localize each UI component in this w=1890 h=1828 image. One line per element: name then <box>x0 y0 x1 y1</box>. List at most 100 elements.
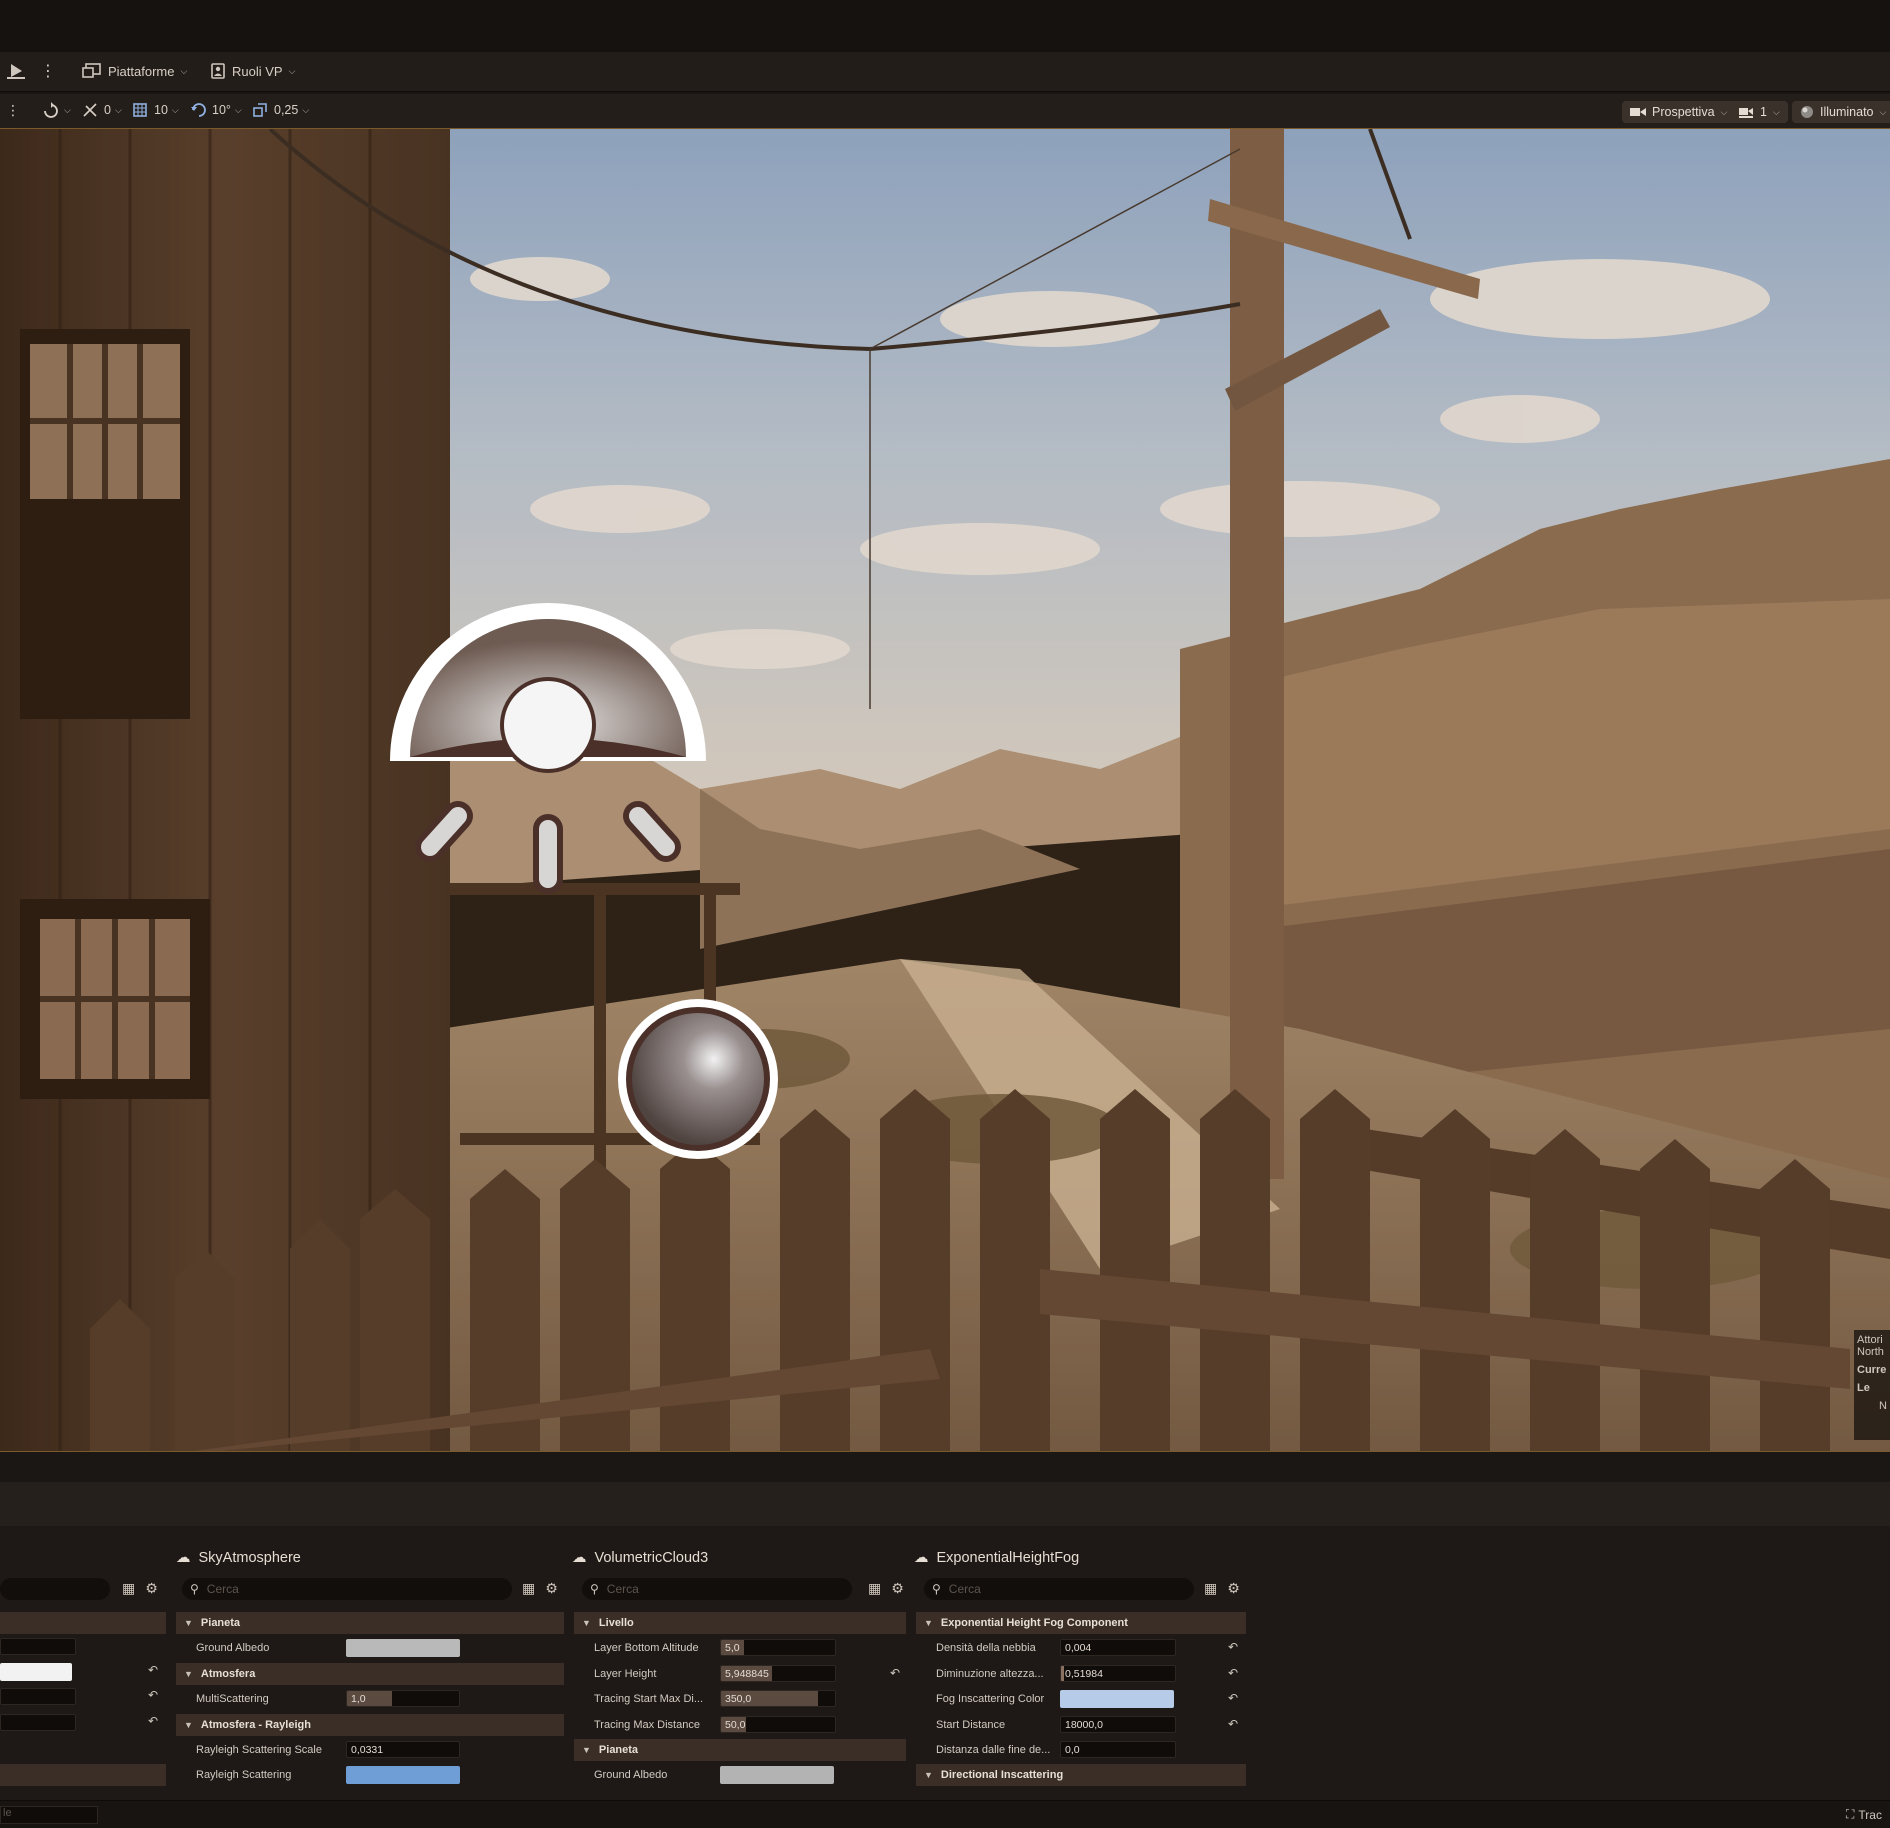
tracing-max-field[interactable]: 50,0 <box>720 1716 836 1733</box>
property-row: Rayleigh Scattering Scale 0,0331 <box>176 1739 564 1761</box>
table-icon[interactable]: ▦ <box>1204 1580 1217 1597</box>
perspective-button[interactable]: Prospettiva ⌵ <box>1622 101 1736 123</box>
property-label: Tracing Max Distance <box>594 1719 700 1731</box>
table-icon[interactable]: ▦ <box>122 1580 135 1597</box>
ground-albedo-swatch[interactable] <box>346 1639 460 1657</box>
section-label: Livello <box>598 1617 634 1629</box>
reset-icon[interactable]: ↶ <box>148 1688 158 1702</box>
viewport-menu-button[interactable]: ⋮ <box>6 102 20 119</box>
value-field[interactable] <box>0 1638 76 1655</box>
angle-snap-button[interactable]: 10° ⌵ <box>190 102 242 118</box>
section-header[interactable] <box>0 1764 166 1786</box>
section-level[interactable]: ▼ Livello <box>574 1612 906 1634</box>
gear-icon[interactable]: ⚙ <box>1227 1580 1240 1597</box>
layer-height-field[interactable]: 5,948845 <box>720 1665 836 1682</box>
platforms-button[interactable]: Piattaforme ⌵ <box>82 63 187 79</box>
fog-falloff-field[interactable]: 0,51984 <box>1060 1665 1176 1682</box>
play-options-button[interactable]: ⋮ <box>40 61 56 81</box>
section-fog-component[interactable]: ▼ Exponential Height Fog Component <box>916 1612 1246 1634</box>
title-bar <box>0 0 1890 52</box>
field-value: 5,948845 <box>725 1667 769 1680</box>
chevron-down-icon: ⌵ <box>1772 106 1780 117</box>
reset-icon[interactable]: ↶ <box>148 1714 158 1728</box>
chevron-down-icon: ⌵ <box>180 65 188 76</box>
table-icon[interactable]: ▦ <box>868 1580 881 1597</box>
surface-snap-button[interactable]: 0 ⌵ <box>82 102 122 118</box>
vp-roles-icon <box>211 63 225 79</box>
property-row: Start Distance 18000,0 ↶ <box>916 1714 1246 1736</box>
search-input[interactable]: ⚲ Cerca <box>182 1578 512 1600</box>
property-label: Ground Albedo <box>594 1769 668 1781</box>
camera-speed-value: 1 <box>1760 105 1767 119</box>
layer-bottom-field[interactable]: 5,0 <box>720 1639 836 1656</box>
grid-snap-button[interactable]: 10 ⌵ <box>132 102 179 118</box>
section-rayleigh[interactable]: ▼ Atmosfera - Rayleigh <box>176 1714 564 1736</box>
section-atmosphere[interactable]: ▼ Atmosfera <box>176 1663 564 1685</box>
search-input[interactable]: ⚲ Cerca <box>582 1578 852 1600</box>
reset-icon[interactable]: ↶ <box>1228 1717 1238 1731</box>
reset-icon[interactable]: ↶ <box>1228 1640 1238 1654</box>
gear-icon[interactable]: ⚙ <box>545 1580 558 1597</box>
fog-cutoff-field[interactable]: 0,0 <box>1060 1741 1176 1758</box>
chevron-down-icon: ⌵ <box>234 104 242 115</box>
collapse-icon: ▼ <box>184 1720 193 1730</box>
search-input[interactable] <box>0 1578 110 1600</box>
fog-density-field[interactable]: 0,004 <box>1060 1639 1176 1656</box>
details-panels: ▦ ⚙ ↶ ↶ ↶ ☁ SkyAtmosphere ⚲ Cerca ▦ ⚙ ▼ … <box>0 1526 1890 1800</box>
table-icon[interactable]: ▦ <box>522 1580 535 1597</box>
reset-icon[interactable]: ↶ <box>1228 1666 1238 1680</box>
ground-albedo-swatch[interactable] <box>720 1766 834 1784</box>
multiscattering-field[interactable]: 1,0 <box>346 1690 460 1707</box>
reset-icon[interactable]: ↶ <box>890 1666 900 1680</box>
gear-icon[interactable]: ⚙ <box>145 1580 158 1597</box>
trace-button[interactable]: ⛶ Trac <box>1846 1807 1882 1822</box>
property-label: MultiScattering <box>196 1693 269 1705</box>
section-label: Pianeta <box>598 1744 639 1756</box>
reset-icon[interactable]: ↶ <box>1228 1691 1238 1705</box>
section-header[interactable] <box>0 1612 166 1634</box>
section-planet[interactable]: ▼ Pianeta <box>574 1739 906 1761</box>
gear-icon[interactable]: ⚙ <box>891 1580 904 1597</box>
reset-icon[interactable]: ↶ <box>148 1663 158 1677</box>
section-planet[interactable]: ▼ Pianeta <box>176 1612 564 1634</box>
section-label: Pianeta <box>200 1617 241 1629</box>
panel-tab-strip <box>0 1482 1890 1526</box>
chevron-down-icon: ⌵ <box>302 104 310 115</box>
fog-inscattering-swatch[interactable] <box>1060 1690 1174 1708</box>
sky-light-gizmo[interactable] <box>618 999 778 1159</box>
collapse-icon: ▼ <box>184 1669 193 1679</box>
property-row: Ground Albedo <box>176 1637 564 1659</box>
value-field[interactable] <box>0 1688 76 1705</box>
fog-start-field[interactable]: 18000,0 <box>1060 1716 1176 1733</box>
value-field[interactable] <box>0 1714 76 1731</box>
property-row: Ground Albedo <box>574 1764 906 1786</box>
platforms-icon <box>82 63 101 78</box>
lit-sphere-icon <box>1801 106 1813 118</box>
camera-speed-button[interactable]: 1 ⌵ <box>1730 101 1788 123</box>
property-row: MultiScattering 1,0 <box>176 1688 564 1710</box>
color-swatch[interactable] <box>0 1663 72 1681</box>
scale-snap-button[interactable]: 0,25 ⌵ <box>252 102 309 118</box>
field-value: 350,0 <box>725 1692 752 1705</box>
search-icon: ⚲ <box>190 1582 199 1596</box>
property-row: Fog Inscattering Color ↶ <box>916 1688 1246 1710</box>
field-value: 18000,0 <box>1065 1718 1103 1731</box>
view-mode-button[interactable]: Illuminato ⌵ <box>1792 101 1890 123</box>
surface-snap-icon <box>83 103 97 117</box>
rayleigh-scale-field[interactable]: 0,0331 <box>346 1741 460 1758</box>
search-input[interactable]: ⚲ Cerca <box>924 1578 1194 1600</box>
property-row: Layer Bottom Altitude 5,0 <box>574 1637 906 1659</box>
property-label: Densità della nebbia <box>936 1642 1036 1654</box>
fog-icon: ☁ <box>914 1550 929 1566</box>
tracing-start-field[interactable]: 350,0 <box>720 1690 836 1707</box>
property-label: Layer Height <box>594 1668 657 1680</box>
transform-mode-button[interactable]: ⌵ <box>42 102 71 118</box>
section-directional-inscattering[interactable]: ▼ Directional Inscattering <box>916 1764 1246 1786</box>
level-viewport[interactable] <box>0 128 1890 1452</box>
play-button[interactable] <box>6 62 26 80</box>
rayleigh-scattering-swatch[interactable] <box>346 1766 460 1784</box>
vp-roles-button[interactable]: Ruoli VP ⌵ <box>210 63 295 79</box>
field-value: 0,004 <box>1065 1641 1092 1654</box>
vp-roles-label: Ruoli VP <box>232 63 283 79</box>
console-input[interactable]: le <box>0 1806 98 1824</box>
